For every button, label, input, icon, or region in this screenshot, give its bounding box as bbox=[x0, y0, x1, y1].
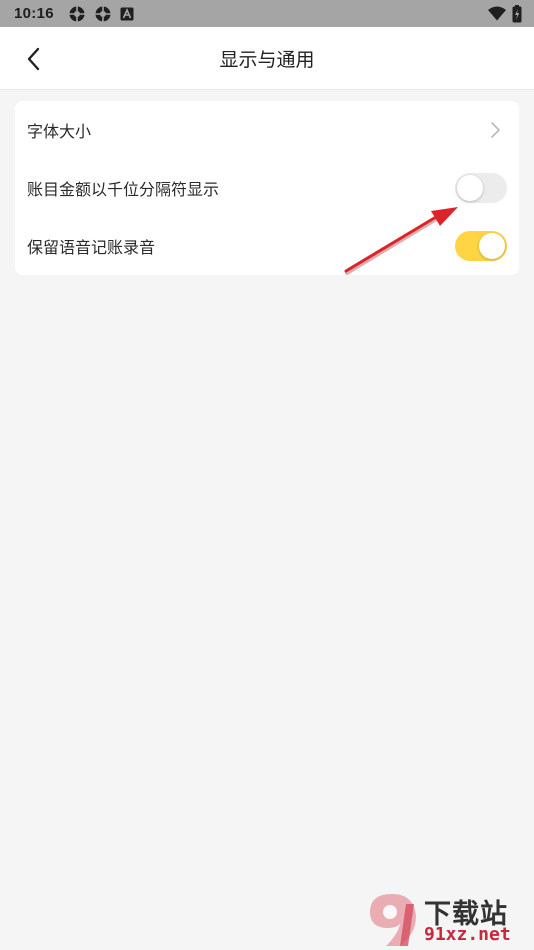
chevron-left-icon bbox=[27, 47, 40, 71]
settings-card: 字体大小 账目金额以千位分隔符显示 保留语音记账录音 bbox=[15, 101, 519, 275]
android-auto-icon bbox=[120, 7, 134, 20]
watermark: 下载站 91xz.net bbox=[362, 890, 534, 950]
status-bar: 10:16 bbox=[0, 0, 534, 27]
chevron-right-icon bbox=[491, 122, 500, 138]
settings-gear-icon bbox=[95, 6, 111, 21]
wifi-icon bbox=[488, 6, 506, 21]
toggle-knob bbox=[479, 233, 505, 259]
battery-charging-icon bbox=[512, 4, 522, 22]
keep-voice-label: 保留语音记账录音 bbox=[27, 238, 156, 257]
font-size-row[interactable]: 字体大小 bbox=[15, 101, 519, 159]
keep-voice-toggle[interactable] bbox=[455, 231, 507, 261]
brand-logo-icon bbox=[370, 894, 416, 946]
status-icons-right bbox=[488, 4, 522, 23]
font-size-label: 字体大小 bbox=[27, 122, 92, 141]
thousand-separator-toggle[interactable] bbox=[455, 173, 507, 203]
status-time: 10:16 bbox=[14, 5, 54, 22]
watermark-domain: 91xz.net bbox=[424, 924, 511, 945]
status-icons-left bbox=[68, 5, 134, 23]
keep-voice-row: 保留语音记账录音 bbox=[15, 217, 519, 275]
thousand-separator-label: 账目金额以千位分隔符显示 bbox=[27, 180, 220, 199]
toggle-knob bbox=[457, 175, 483, 201]
back-button[interactable] bbox=[18, 43, 50, 75]
settings-gear-icon bbox=[69, 6, 85, 21]
app-header: 显示与通用 bbox=[0, 27, 534, 90]
thousand-separator-row: 账目金额以千位分隔符显示 bbox=[15, 159, 519, 217]
page-title: 显示与通用 bbox=[219, 48, 315, 71]
